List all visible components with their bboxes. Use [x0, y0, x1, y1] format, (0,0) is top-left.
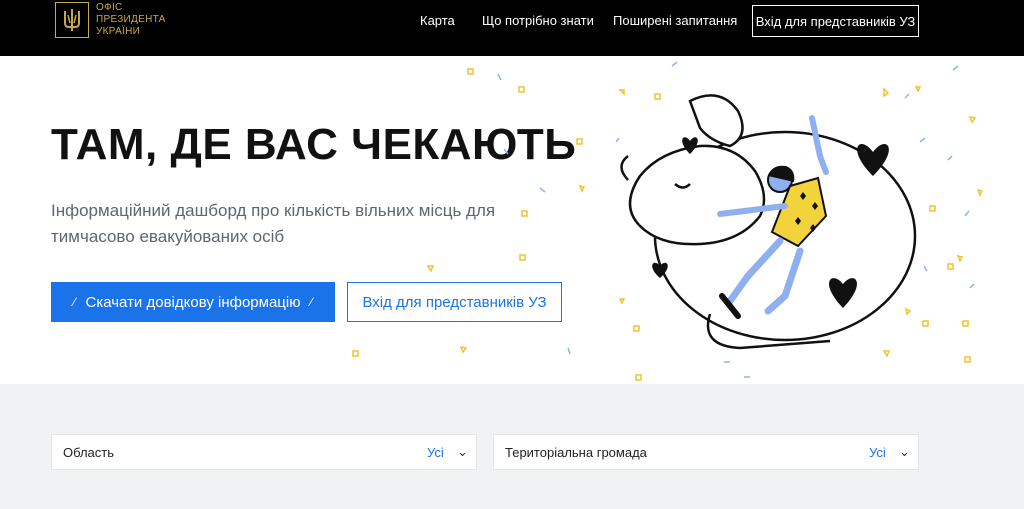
region-select-value: Усі: [427, 445, 444, 460]
top-header: ОФІС ПРЕЗИДЕНТА УКРАЇНИ Карта Що потрібн…: [0, 0, 1024, 56]
filters-section: Область Усі ⌄ Територіальна громада Усі …: [0, 384, 1024, 509]
nav-what-to-know[interactable]: Що потрібно знати: [482, 13, 594, 28]
header-login-button[interactable]: Вхід для представників УЗ: [752, 5, 919, 37]
logo-line-1: ОФІС: [96, 2, 123, 13]
community-select-value: Усі: [869, 445, 886, 460]
logo-line-3: УКРАЇНИ: [96, 26, 141, 37]
dog-and-girl-illustration: [620, 94, 917, 350]
region-select[interactable]: Область Усі ⌄: [51, 434, 477, 470]
hero-section: ТАМ, ДЕ ВАС ЧЕКАЮТЬ Інформаційний дашбор…: [0, 56, 1024, 384]
logo-line-2: ПРЕЗИДЕНТА: [96, 14, 166, 25]
region-select-label: Область: [63, 445, 115, 460]
trident-emblem-icon: [55, 2, 89, 38]
community-select-label: Територіальна громада: [505, 445, 647, 460]
chevron-down-icon: ⌄: [899, 444, 910, 459]
logo-text: ОФІС ПРЕЗИДЕНТА УКРАЇНИ: [96, 2, 166, 38]
chevron-down-icon: ⌄: [457, 444, 468, 459]
office-logo[interactable]: ОФІС ПРЕЗИДЕНТА УКРАЇНИ: [55, 2, 166, 38]
community-select[interactable]: Територіальна громада Усі ⌄: [493, 434, 919, 470]
nav-map[interactable]: Карта: [420, 13, 455, 28]
nav-faq[interactable]: Поширені запитання: [613, 13, 737, 28]
